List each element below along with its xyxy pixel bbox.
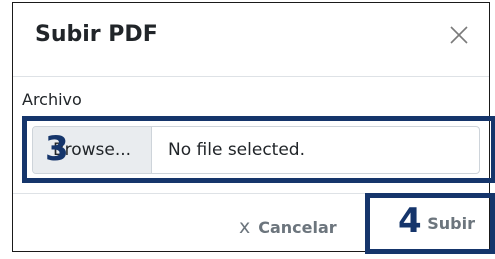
submit-label: Subir (427, 214, 475, 233)
file-input[interactable]: Browse... 3 No file selected. (32, 126, 480, 174)
dialog-header: Subir PDF (13, 3, 489, 77)
close-icon[interactable] (447, 23, 471, 47)
submit-button[interactable]: Subir (375, 203, 485, 244)
file-field-label: Archivo (22, 90, 82, 109)
step-4-marker: 4 (398, 201, 422, 241)
step-3-marker: 3 (45, 129, 69, 169)
cancel-button[interactable]: x Cancelar (239, 214, 337, 240)
browse-button[interactable]: Browse... 3 (33, 127, 152, 173)
file-status-text: No file selected. (168, 140, 305, 160)
dialog-title: Subir PDF (35, 22, 158, 47)
close-x-icon: x (239, 216, 251, 238)
cancel-label: Cancelar (258, 217, 337, 237)
